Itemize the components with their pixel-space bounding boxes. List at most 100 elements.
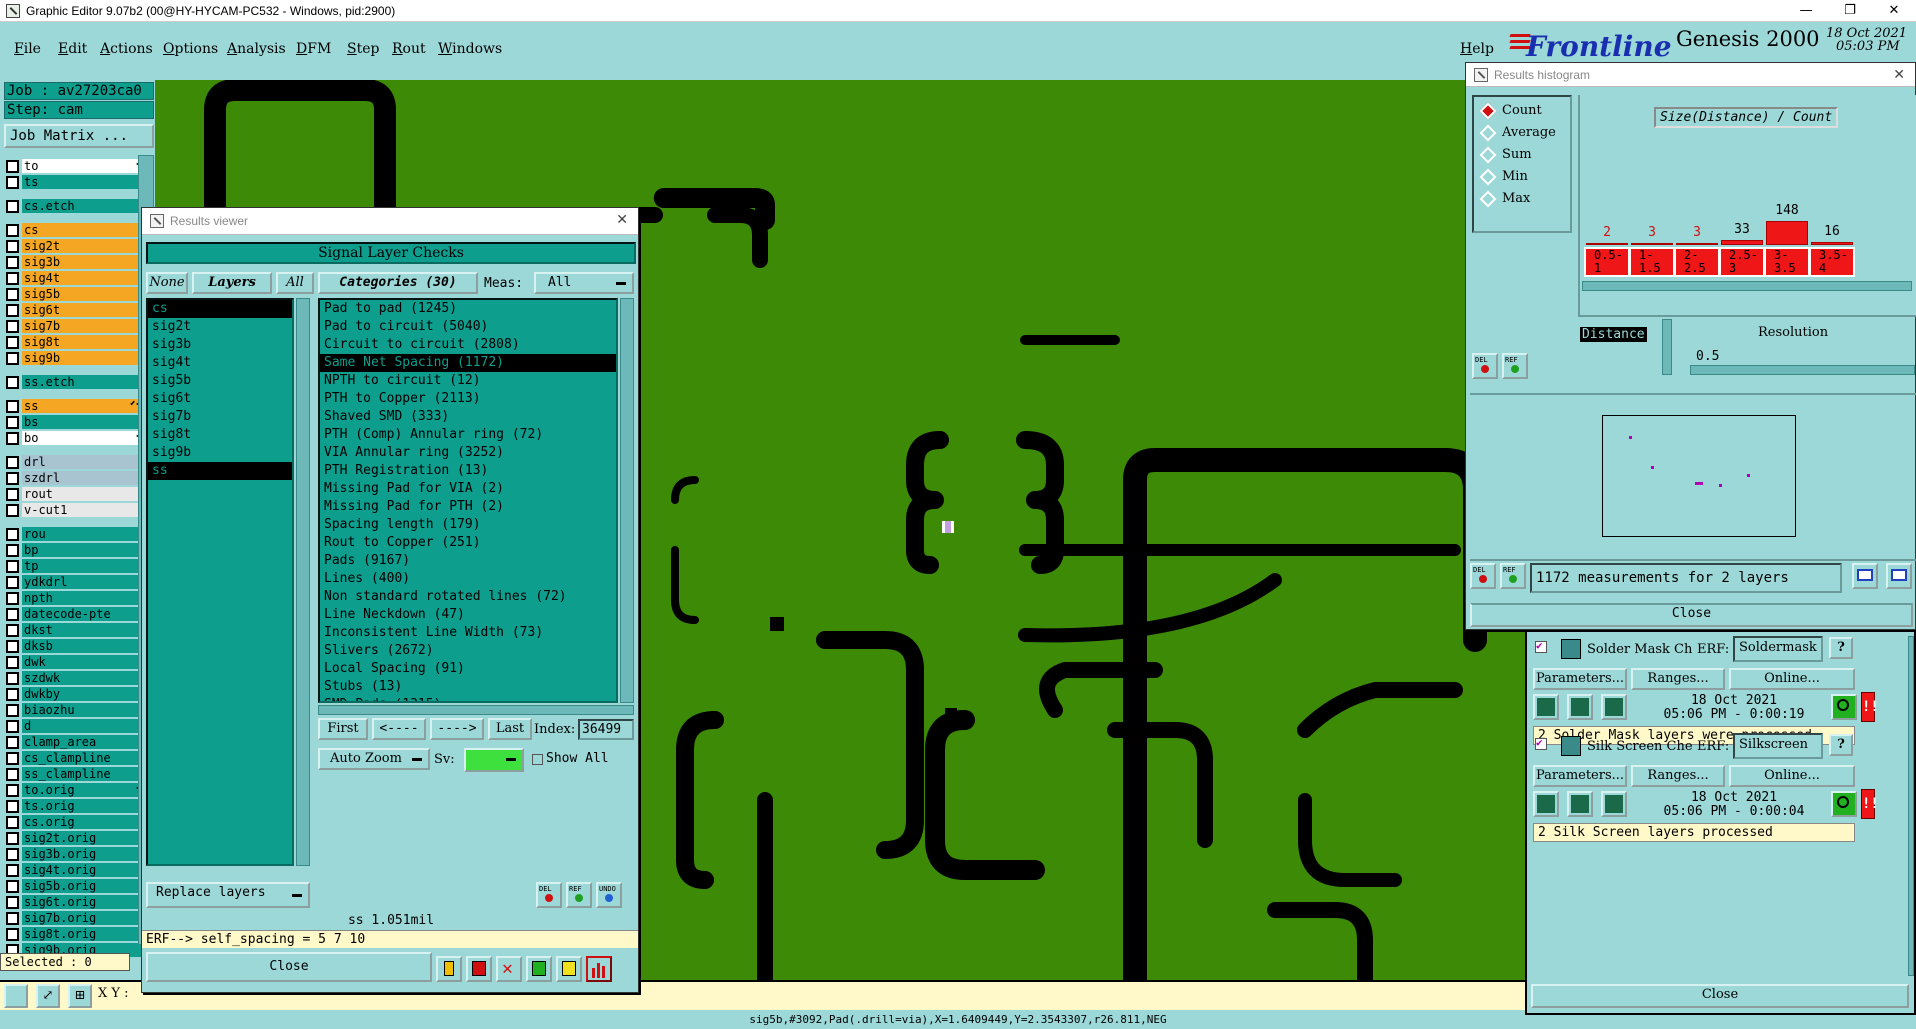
category-item[interactable]: Lines (400) [320, 570, 616, 588]
layer-results-list[interactable]: cs sig2t sig3b sig4t sig5b sig6t sig7b sig8t sig… [146, 298, 294, 866]
online-button[interactable]: Online... [1729, 765, 1855, 787]
del-icon[interactable]: DEL [536, 882, 562, 908]
layer-checkbox[interactable] [6, 471, 19, 485]
category-item[interactable]: Non standard rotated lines (72) [320, 588, 616, 606]
layer-name[interactable]: datecode-pte [22, 607, 146, 621]
layer-checkbox[interactable] [6, 159, 19, 173]
layer-checkbox[interactable] [6, 927, 19, 941]
layer-name[interactable]: dkst [22, 623, 146, 637]
layer-name[interactable]: cs.etch [22, 199, 146, 213]
layer-row[interactable]: drl [6, 454, 146, 470]
alert-icon[interactable]: !! [1861, 692, 1879, 722]
layer-row[interactable]: bp [6, 542, 146, 558]
layer-row[interactable]: datecode-pte [6, 606, 146, 622]
layer-checkbox[interactable] [6, 623, 19, 637]
severity-color-select[interactable] [464, 748, 524, 772]
layer-row[interactable]: sig8t.orig [6, 926, 146, 942]
online-button[interactable]: Online... [1729, 668, 1855, 690]
layer-checkbox[interactable] [6, 863, 19, 877]
layer-name[interactable]: d [22, 719, 146, 733]
layer-row[interactable]: szdrl [6, 470, 146, 486]
layer-name[interactable]: to.orig [22, 783, 146, 797]
layer-row[interactable]: ss ⬋⬋ [6, 398, 146, 414]
layer-name[interactable]: sig8t.orig [22, 927, 146, 941]
menu-actions[interactable]: Actions [100, 41, 153, 57]
category-item[interactable]: Missing Pad for PTH (2) [320, 498, 616, 516]
check-name[interactable]: Silk Screen Che [1587, 739, 1693, 754]
layer-checkbox[interactable] [6, 591, 19, 605]
layer-name[interactable]: to [22, 159, 146, 173]
layer-checkbox[interactable] [6, 415, 19, 429]
layer-row[interactable]: ydkdrl [6, 574, 146, 590]
layer-checkbox[interactable] [6, 703, 19, 717]
clear-icon[interactable] [466, 956, 492, 982]
layer-name[interactable]: rou [22, 527, 146, 541]
layer-row[interactable]: tp [6, 558, 146, 574]
mode-radio[interactable]: Min [1476, 168, 1528, 185]
layer-checkbox[interactable] [6, 735, 19, 749]
layer-checkbox[interactable] [6, 799, 19, 813]
result-layer-item[interactable]: sig8t [148, 426, 292, 444]
run-icon[interactable] [1533, 694, 1559, 720]
result-layer-item[interactable]: sig7b [148, 408, 292, 426]
layer-name[interactable]: ts [22, 175, 146, 189]
draw-icon[interactable]: ⤢ [36, 984, 60, 1008]
chart-view2-icon[interactable] [1886, 563, 1912, 589]
layer-checkbox[interactable] [6, 287, 19, 301]
layer-row[interactable]: dksb [6, 638, 146, 654]
layer-checkbox[interactable] [6, 639, 19, 653]
category-item[interactable]: Stubs (13) [320, 678, 616, 696]
layer-checkbox[interactable] [6, 671, 19, 685]
category-item[interactable]: Pad to pad (1245) [320, 300, 616, 318]
layer-name[interactable]: ss_clampline [22, 767, 146, 781]
layer-row[interactable]: sig9b [6, 350, 146, 366]
layer-name[interactable]: ss [22, 399, 146, 413]
layer-name[interactable]: sig2t.orig [22, 831, 146, 845]
layer-name[interactable]: sig7b [22, 319, 146, 333]
layer-name[interactable]: szdwk [22, 671, 146, 685]
job-matrix-button[interactable]: Job Matrix ... [4, 124, 154, 148]
result-layer-item[interactable]: sig6t [148, 390, 292, 408]
layer-name[interactable]: v-cut1 [22, 503, 146, 517]
category-item[interactable]: Shaved SMD (333) [320, 408, 616, 426]
layer-row[interactable]: dwk [6, 654, 146, 670]
all-button[interactable]: All [276, 272, 314, 294]
layer-row[interactable]: cs.etch [6, 198, 146, 214]
category-item[interactable]: Missing Pad for VIA (2) [320, 480, 616, 498]
zoom-box-icon[interactable] [4, 984, 28, 1008]
layer-checkbox[interactable] [6, 575, 19, 589]
meas-select[interactable]: All [534, 272, 634, 294]
view-results-icon[interactable] [1831, 791, 1857, 817]
layer-name[interactable]: bo [22, 431, 146, 445]
layer-checkbox[interactable] [6, 271, 19, 285]
category-item[interactable]: PTH to Copper (2113) [320, 390, 616, 408]
layer-name[interactable]: bs [22, 415, 146, 429]
grid-icon[interactable]: ⊞ [68, 984, 92, 1008]
category-list[interactable]: Pad to pad (1245) Pad to circuit (5040) Ci… [318, 298, 618, 703]
layer-name[interactable]: cs_clampline [22, 751, 146, 765]
histogram-bin[interactable]: 2.5- 3 [1719, 247, 1765, 277]
result-layer-item[interactable]: sig5b [148, 372, 292, 390]
layer-name[interactable]: ss.etch [22, 375, 146, 389]
layer-name[interactable]: biaozhu [22, 703, 146, 717]
layer-row[interactable]: sig3b.orig [6, 846, 146, 862]
layer-row[interactable]: dwkby [6, 686, 146, 702]
layer-name[interactable]: ts.orig [22, 799, 146, 813]
category-item[interactable]: Rout to Copper (251) [320, 534, 616, 552]
del-icon[interactable]: DEL [1470, 563, 1496, 589]
layer-name[interactable]: sig7b.orig [22, 911, 146, 925]
run-icon[interactable] [1533, 791, 1559, 817]
layer-row[interactable]: v-cut1 [6, 502, 146, 518]
layer-row[interactable]: to.orig⬋ [6, 782, 146, 798]
layer-name[interactable]: szdrl [22, 471, 146, 485]
layer-row[interactable]: sig8t [6, 334, 146, 350]
layer-row[interactable]: sig3b [6, 254, 146, 270]
index-input[interactable]: 36499 [578, 719, 634, 740]
report-icon[interactable] [526, 956, 552, 982]
layer-name[interactable]: sig4t.orig [22, 863, 146, 877]
histogram-bin[interactable]: 3.5- 4 [1809, 247, 1855, 277]
maximize-button[interactable]: ❐ [1828, 0, 1872, 22]
checks-scrollbar[interactable] [1908, 636, 1914, 976]
histogram-bin[interactable]: 2- 2.5 [1674, 247, 1720, 277]
layer-name[interactable]: sig2t [22, 239, 146, 253]
